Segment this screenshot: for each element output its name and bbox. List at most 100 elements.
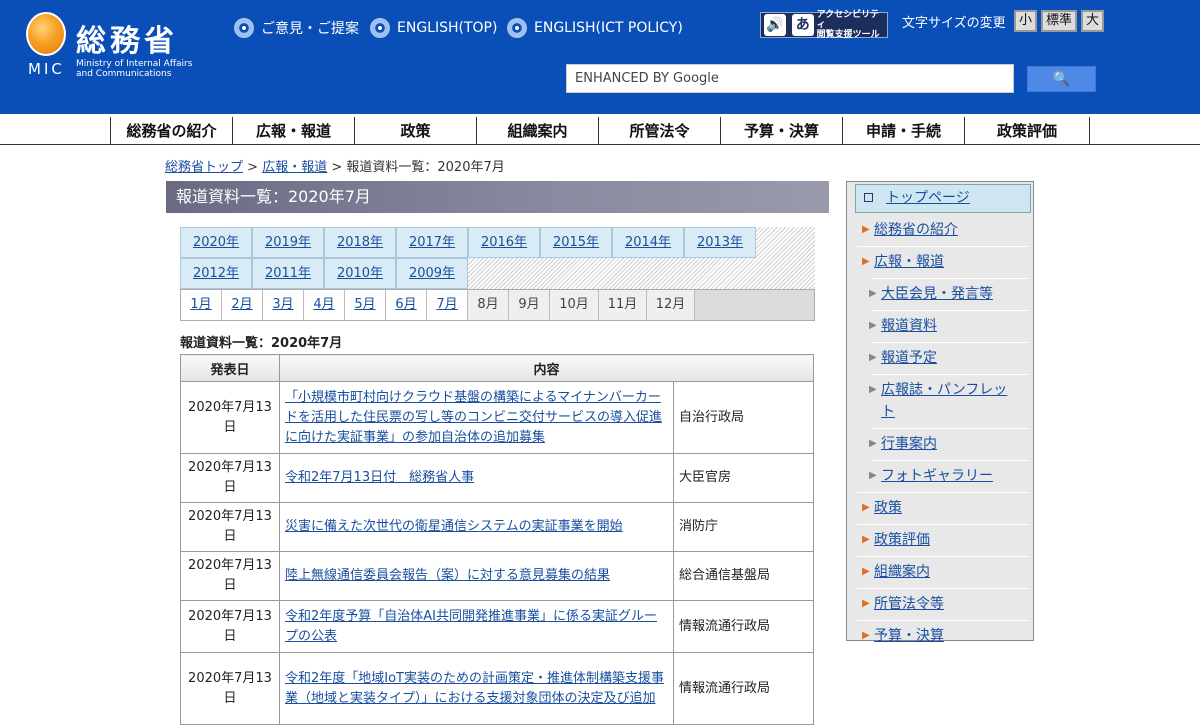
- release-link[interactable]: 災害に備えた次世代の衛星通信システムの実証事業を開始: [285, 519, 623, 534]
- sidebar-link[interactable]: 組織案内: [874, 564, 930, 580]
- radio-bullet-icon: [507, 18, 527, 38]
- gnav-budget[interactable]: 予算・決算: [720, 117, 842, 145]
- gnav-press[interactable]: 広報・報道: [232, 117, 354, 145]
- year-link[interactable]: 2016年: [481, 235, 527, 250]
- year-link[interactable]: 2010年: [337, 266, 383, 281]
- year-link[interactable]: 2019年: [265, 235, 311, 250]
- sidebar-link[interactable]: 報道資料: [881, 318, 937, 334]
- release-link[interactable]: 陸上無線通信委員会報告（案）に対する意見募集の結果: [285, 568, 610, 583]
- sidebar-link[interactable]: 政策: [874, 500, 902, 516]
- gnav-evaluation[interactable]: 政策評価: [964, 117, 1090, 145]
- radio-bullet-icon: [234, 18, 254, 38]
- sidebar-item-events[interactable]: ▶ 行事案内: [869, 433, 1031, 455]
- font-large-button[interactable]: 大: [1081, 10, 1104, 32]
- month-link[interactable]: 3月: [272, 297, 293, 312]
- sidebar-item-evaluation[interactable]: ▶ 政策評価: [862, 529, 1024, 551]
- logo-emblem-icon: [26, 12, 66, 56]
- sidebar-item-top[interactable]: トップページ: [855, 184, 1031, 213]
- sidebar-link[interactable]: 大臣会見・発言等: [881, 286, 993, 302]
- release-title-cell: 令和2年度予算「自治体AI共同開発推進事業」に係る実証グループの公表: [279, 600, 674, 653]
- year-tab[interactable]: 2013年: [684, 227, 756, 258]
- sidebar-link[interactable]: 広報誌・パンフレット: [881, 382, 1007, 420]
- year-link[interactable]: 2014年: [625, 235, 671, 250]
- gnav-policy[interactable]: 政策: [354, 117, 476, 145]
- year-link[interactable]: 2017年: [409, 235, 455, 250]
- release-link[interactable]: 令和2年度「地域IoT実装のための計画策定・推進体制構築支援事業（地域と実装タイ…: [285, 671, 664, 706]
- year-tab[interactable]: 2018年: [324, 227, 396, 258]
- sidebar-item-laws[interactable]: ▶ 所管法令等: [862, 593, 1024, 615]
- month-tab[interactable]: 2月: [222, 290, 263, 320]
- sidebar-item-about[interactable]: ▶ 総務省の紹介: [862, 219, 1024, 241]
- english-top-link[interactable]: ENGLISH(TOP): [370, 18, 497, 38]
- month-link[interactable]: 4月: [313, 297, 334, 312]
- year-tab[interactable]: 2015年: [540, 227, 612, 258]
- release-link[interactable]: 令和2年度予算「自治体AI共同開発推進事業」に係る実証グループの公表: [285, 609, 657, 644]
- year-link[interactable]: 2012年: [193, 266, 239, 281]
- month-tab[interactable]: 7月: [427, 290, 468, 320]
- sidebar-item-organization[interactable]: ▶ 組織案内: [862, 561, 1024, 583]
- site-logo[interactable]: 総務省 MIC Ministry of Internal Affairs and…: [26, 12, 216, 82]
- sidebar-item-releases[interactable]: ▶ 報道資料: [869, 315, 1031, 337]
- breadcrumb-press[interactable]: 広報・報道: [262, 160, 327, 175]
- release-link[interactable]: 令和2年7月13日付 総務省人事: [285, 470, 474, 485]
- year-tab[interactable]: 2020年: [180, 227, 252, 258]
- gnav-about[interactable]: 総務省の紹介: [110, 117, 232, 145]
- sidebar-link[interactable]: 所管法令等: [874, 596, 944, 612]
- sidebar-item-schedule[interactable]: ▶ 報道予定: [869, 347, 1031, 369]
- year-tab[interactable]: 2011年: [252, 258, 324, 289]
- sidebar-item-press[interactable]: ▶ 広報・報道: [862, 251, 1024, 273]
- search-button[interactable]: 🔍: [1027, 66, 1096, 92]
- month-tab[interactable]: 4月: [304, 290, 345, 320]
- search-input[interactable]: ENHANCED BY Google: [566, 64, 1014, 93]
- speaker-icon: 🔊: [764, 14, 786, 36]
- year-tab[interactable]: 2009年: [396, 258, 468, 289]
- year-link[interactable]: 2013年: [697, 235, 743, 250]
- breadcrumb-home[interactable]: 総務省トップ: [165, 160, 243, 175]
- sidebar-top-link[interactable]: トップページ: [886, 190, 970, 206]
- font-small-button[interactable]: 小: [1014, 10, 1037, 32]
- english-ict-link[interactable]: ENGLISH(ICT POLICY): [507, 18, 683, 38]
- month-tab[interactable]: 1月: [181, 290, 222, 320]
- year-tab[interactable]: 2010年: [324, 258, 396, 289]
- year-tab[interactable]: 2019年: [252, 227, 324, 258]
- year-link[interactable]: 2009年: [409, 266, 455, 281]
- font-standard-button[interactable]: 標準: [1041, 10, 1077, 32]
- month-tab[interactable]: 3月: [263, 290, 304, 320]
- year-link[interactable]: 2011年: [265, 266, 311, 281]
- gnav-laws[interactable]: 所管法令: [598, 117, 720, 145]
- sidebar-item-minister[interactable]: ▶ 大臣会見・発言等: [869, 283, 1031, 305]
- sidebar-item-budget[interactable]: ▶ 予算・決算: [862, 625, 1024, 647]
- month-link[interactable]: 6月: [395, 297, 416, 312]
- year-link[interactable]: 2020年: [193, 235, 239, 250]
- arrow-right-icon: ▶: [862, 256, 870, 267]
- font-size-label: 文字サイズの変更: [902, 16, 1006, 31]
- gnav-organization[interactable]: 組織案内: [476, 117, 598, 145]
- month-tab[interactable]: 5月: [345, 290, 386, 320]
- sidebar-link[interactable]: 広報・報道: [874, 254, 944, 270]
- sidebar-link[interactable]: 行事案内: [881, 436, 937, 452]
- year-tab[interactable]: 2017年: [396, 227, 468, 258]
- year-tab[interactable]: 2012年: [180, 258, 252, 289]
- year-tab[interactable]: 2014年: [612, 227, 684, 258]
- month-link[interactable]: 2月: [231, 297, 252, 312]
- gnav-applications[interactable]: 申請・手続: [842, 117, 964, 145]
- sidebar-item-policy[interactable]: ▶ 政策: [862, 497, 1024, 519]
- sidebar-item-photos[interactable]: ▶ フォトギャラリー: [869, 465, 1031, 487]
- sidebar-link[interactable]: 予算・決算: [874, 628, 944, 644]
- release-link[interactable]: 「小規模市町村向けクラウド基盤の構築によるマイナンバーカードを活用した住民票の写…: [285, 390, 662, 445]
- year-link[interactable]: 2018年: [337, 235, 383, 250]
- sidebar-link[interactable]: 報道予定: [881, 350, 937, 366]
- year-link[interactable]: 2015年: [553, 235, 599, 250]
- year-tab[interactable]: 2016年: [468, 227, 540, 258]
- month-link[interactable]: 1月: [190, 297, 211, 312]
- sidebar-link[interactable]: フォトギャラリー: [881, 468, 993, 484]
- sidebar-link[interactable]: 総務省の紹介: [874, 222, 958, 238]
- month-link[interactable]: 7月: [436, 297, 457, 312]
- month-tab[interactable]: 6月: [386, 290, 427, 320]
- table-row: 2020年7月13日 陸上無線通信委員会報告（案）に対する意見募集の結果 総合通…: [180, 551, 814, 601]
- opinion-link[interactable]: ご意見・ご提案: [234, 18, 359, 38]
- month-link[interactable]: 5月: [354, 297, 375, 312]
- sidebar-link[interactable]: 政策評価: [874, 532, 930, 548]
- sidebar-item-pamphlets[interactable]: ▶ 広報誌・パンフレット: [869, 379, 1021, 423]
- accessibility-tool-button[interactable]: 🔊 あ アクセシビリティ 閲覧支援ツール: [760, 10, 888, 40]
